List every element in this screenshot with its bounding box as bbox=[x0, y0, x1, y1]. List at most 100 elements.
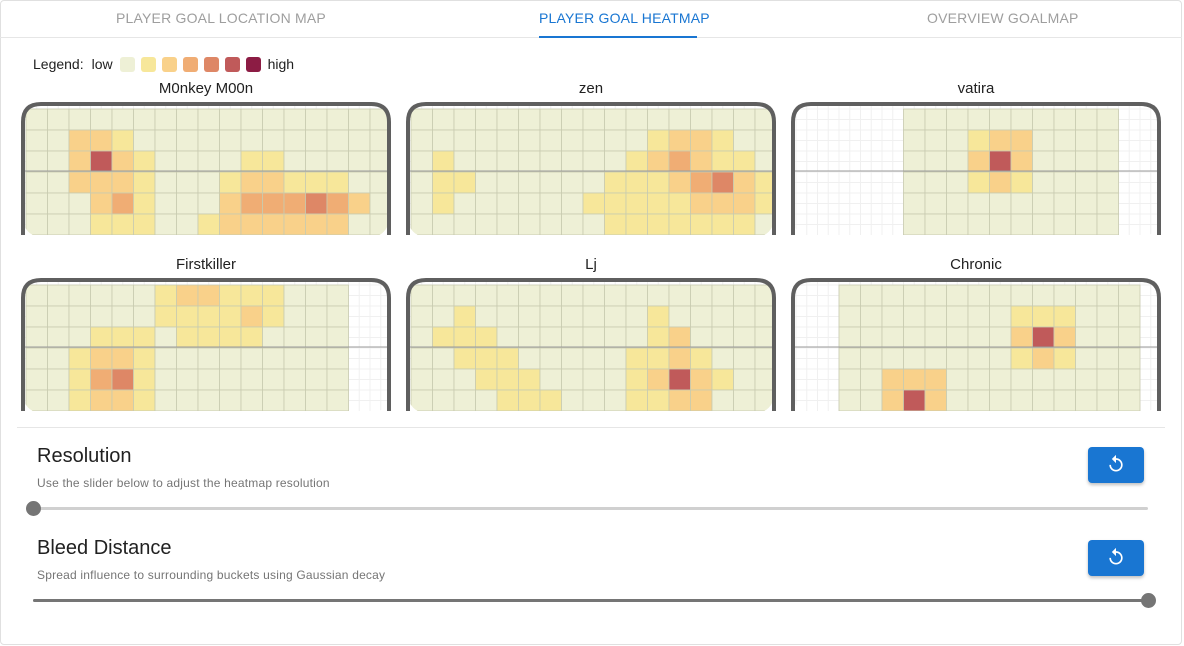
heat-cell bbox=[326, 305, 349, 328]
reset-bleed-distance-button[interactable] bbox=[1088, 540, 1144, 576]
heat-cell bbox=[989, 389, 1012, 411]
heat-cell bbox=[496, 108, 519, 131]
active-tab-indicator bbox=[539, 36, 697, 38]
heat-cell bbox=[838, 326, 861, 349]
heat-cell bbox=[1032, 326, 1055, 349]
heat-cell bbox=[133, 305, 156, 328]
heat-cell bbox=[604, 305, 627, 328]
heat-cell bbox=[1010, 213, 1033, 235]
heat-cell bbox=[410, 347, 433, 370]
heat-cell bbox=[432, 305, 455, 328]
heat-cell bbox=[1032, 171, 1055, 194]
heat-cell bbox=[518, 347, 541, 370]
heat-cell bbox=[924, 347, 947, 370]
heat-cell bbox=[967, 368, 990, 391]
player-name: Firstkiller bbox=[176, 256, 236, 273]
heat-cell bbox=[604, 171, 627, 194]
heat-cell bbox=[1075, 150, 1098, 173]
heat-cell bbox=[1032, 284, 1055, 307]
heat-cell bbox=[176, 192, 199, 215]
heat-cell bbox=[219, 305, 242, 328]
heat-cell bbox=[410, 284, 433, 307]
heat-cell bbox=[154, 192, 177, 215]
refresh-icon bbox=[1106, 547, 1126, 570]
heat-cell bbox=[711, 326, 734, 349]
heat-cell bbox=[197, 305, 220, 328]
bleed-distance-slider[interactable] bbox=[33, 592, 1156, 608]
heat-cell bbox=[410, 108, 433, 131]
heat-cell bbox=[625, 284, 648, 307]
heat-cell bbox=[924, 150, 947, 173]
heat-cell bbox=[68, 213, 91, 235]
tab-player-goal-location-map[interactable]: PLAYER GOAL LOCATION MAP bbox=[116, 0, 326, 38]
heat-cell bbox=[1075, 326, 1098, 349]
heat-cell bbox=[219, 347, 242, 370]
heat-cell bbox=[539, 150, 562, 173]
heat-cell bbox=[1096, 326, 1119, 349]
heat-cell bbox=[1118, 326, 1141, 349]
heat-cell bbox=[1053, 129, 1076, 152]
heat-cell bbox=[219, 150, 242, 173]
heat-cell bbox=[733, 284, 756, 307]
heat-cell bbox=[1075, 389, 1098, 411]
heat-cell bbox=[25, 305, 48, 328]
slider-thumb[interactable] bbox=[1140, 593, 1156, 608]
heat-cell bbox=[133, 171, 156, 194]
heat-cell bbox=[647, 192, 670, 215]
tab-label: PLAYER GOAL HEATMAP bbox=[539, 10, 710, 26]
heat-cell bbox=[518, 192, 541, 215]
heat-cell bbox=[111, 368, 134, 391]
heat-cell bbox=[348, 213, 371, 235]
heat-cell bbox=[432, 129, 455, 152]
heat-cell bbox=[1096, 129, 1119, 152]
tab-label: OVERVIEW GOALMAP bbox=[927, 10, 1079, 26]
heat-cell bbox=[903, 171, 926, 194]
heat-cell bbox=[860, 368, 883, 391]
heat-cell bbox=[283, 389, 306, 411]
heat-cell bbox=[176, 305, 199, 328]
heat-cell bbox=[539, 129, 562, 152]
heat-cell bbox=[262, 129, 285, 152]
heat-cell bbox=[197, 389, 220, 411]
heat-cell bbox=[668, 213, 691, 235]
slider-thumb[interactable] bbox=[25, 501, 41, 516]
heat-cell bbox=[625, 347, 648, 370]
heat-cell bbox=[1075, 368, 1098, 391]
heat-cell bbox=[1096, 347, 1119, 370]
heat-cell bbox=[197, 368, 220, 391]
goal-heatmap bbox=[21, 102, 391, 235]
tab-player-goal-heatmap[interactable]: PLAYER GOAL HEATMAP bbox=[539, 0, 710, 38]
heat-cell bbox=[25, 171, 48, 194]
heat-cell bbox=[561, 305, 584, 328]
heat-cell bbox=[111, 347, 134, 370]
heat-cell bbox=[582, 171, 605, 194]
goal-heatmap bbox=[21, 278, 391, 411]
heat-cell bbox=[903, 192, 926, 215]
heat-cell bbox=[690, 150, 713, 173]
heat-cell bbox=[47, 192, 70, 215]
heat-cell bbox=[262, 347, 285, 370]
heat-cell bbox=[305, 305, 328, 328]
heat-cell bbox=[326, 150, 349, 173]
heat-cell bbox=[47, 284, 70, 307]
heat-cell bbox=[47, 108, 70, 131]
heat-cell bbox=[903, 108, 926, 131]
heat-cell bbox=[903, 284, 926, 307]
heat-cell bbox=[946, 326, 969, 349]
resolution-slider[interactable] bbox=[25, 500, 1148, 516]
tab-overview-goalmap[interactable]: OVERVIEW GOALMAP bbox=[927, 0, 1078, 38]
slider-track bbox=[33, 507, 1148, 510]
heat-cell bbox=[240, 192, 263, 215]
heat-cell bbox=[475, 326, 498, 349]
heat-cell bbox=[475, 108, 498, 131]
heat-cell bbox=[453, 284, 476, 307]
heat-cell bbox=[111, 150, 134, 173]
heat-cell bbox=[903, 150, 926, 173]
heat-cell bbox=[539, 108, 562, 131]
reset-resolution-button[interactable] bbox=[1088, 447, 1144, 483]
heat-cell bbox=[133, 150, 156, 173]
heat-cell bbox=[625, 108, 648, 131]
section-divider bbox=[17, 427, 1165, 428]
heat-cell bbox=[496, 389, 519, 411]
heat-cell bbox=[283, 171, 306, 194]
